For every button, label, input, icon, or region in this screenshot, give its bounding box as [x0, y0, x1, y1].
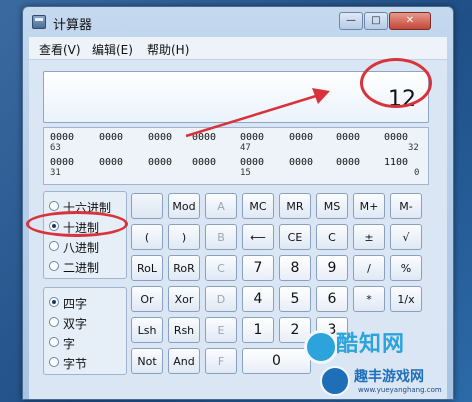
- watermark-logo-icon: [304, 330, 338, 364]
- watermark-url: www.yueyanghang.com: [358, 386, 442, 394]
- watermark-secondary-logo-icon: [320, 366, 350, 396]
- watermark: 酷知网 趣丰游戏网 www.yueyanghang.com: [300, 318, 472, 402]
- watermark-sub-text: 趣丰游戏网: [354, 369, 424, 385]
- watermark-main-text: 酷知网: [336, 332, 406, 357]
